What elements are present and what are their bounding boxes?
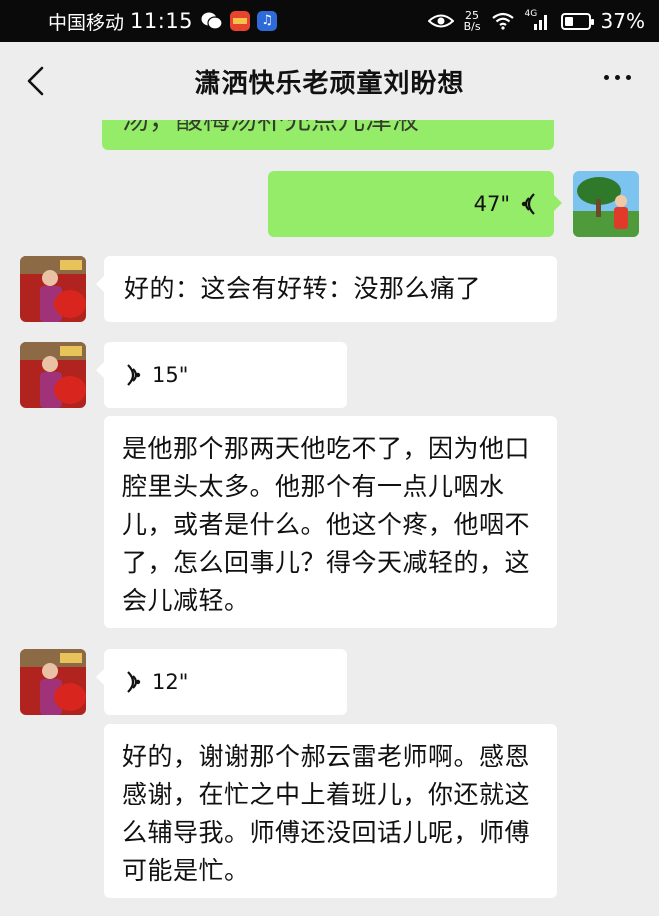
message-text: 好的：这会有好转：没那么痛了 <box>124 274 482 303</box>
music-notification-icon: ♫ <box>257 11 278 31</box>
wifi-icon <box>491 12 514 30</box>
partial-message-text: 汤，酸梅汤补充点儿津液 <box>122 120 419 136</box>
carrier-label: 中国移动 <box>48 11 125 34</box>
battery-percent: 37% <box>600 9 645 33</box>
back-arrow-icon[interactable] <box>22 64 52 98</box>
clock: 11:15 <box>130 9 194 33</box>
network-speed-unit: B/s <box>463 20 481 33</box>
voice-transcript[interactable]: 是他那个那两天他吃不了，因为他口腔里头太多。他那个有一点儿咽水儿，或者是什么。他… <box>104 416 557 628</box>
voice-transcript[interactable]: 好的，谢谢那个郝云雷老师啊。感恩感谢，在忙之中上着班儿，你还就这么辅导我。师傅还… <box>104 724 557 898</box>
my-avatar[interactable] <box>573 171 639 237</box>
voice-duration: 47" <box>473 192 510 216</box>
voice-duration: 12" <box>152 670 189 694</box>
contact-avatar[interactable] <box>20 649 86 715</box>
incoming-text-message[interactable]: 好的：这会有好转：没那么痛了 <box>96 256 557 322</box>
voice-wave-icon <box>521 193 535 215</box>
app-notification-icon <box>230 11 251 31</box>
contact-avatar[interactable] <box>20 256 86 322</box>
chat-header: 潇洒快乐老顽童刘盼想 <box>0 42 659 120</box>
transcript-text: 是他那个那两天他吃不了，因为他口腔里头太多。他那个有一点儿咽水儿，或者是什么。他… <box>122 434 531 615</box>
outgoing-text-bubble-partial[interactable]: 汤，酸梅汤补充点儿津液 <box>102 120 554 150</box>
network-speed: 25 B/s <box>464 10 481 32</box>
status-bar: 中国移动 11:15 ♫ 25 B/s 4G 37% <box>0 0 659 42</box>
incoming-voice-message[interactable]: 12" <box>96 649 347 715</box>
voice-wave-icon <box>127 364 141 386</box>
wechat-notification-icon <box>201 12 223 30</box>
chat-title: 潇洒快乐老顽童刘盼想 <box>194 68 465 99</box>
chat-screen: 中国移动 11:15 ♫ 25 B/s 4G 37% 潇洒快乐老顽童刘盼想 汤，… <box>0 0 659 916</box>
more-options-icon[interactable] <box>604 75 631 80</box>
battery-fill <box>564 16 574 26</box>
cellular-signal-icon: 4G <box>525 9 551 31</box>
incoming-voice-message[interactable]: 15" <box>96 342 347 408</box>
voice-duration: 15" <box>152 363 189 387</box>
eye-comfort-icon <box>427 14 454 28</box>
status-icons: 25 B/s 4G 37% <box>427 9 645 33</box>
transcript-text: 好的，谢谢那个郝云雷老师啊。感恩感谢，在忙之中上着班儿，你还就这么辅导我。师傅还… <box>122 742 531 885</box>
contact-avatar[interactable] <box>20 342 86 408</box>
voice-wave-icon <box>127 671 141 693</box>
battery-icon <box>560 12 594 30</box>
outgoing-voice-message[interactable]: 47" <box>268 171 562 237</box>
message-list[interactable]: 汤，酸梅汤补充点儿津液 47" 好的：这会有好转：没那么痛了 15" 是他那个那… <box>0 120 659 916</box>
